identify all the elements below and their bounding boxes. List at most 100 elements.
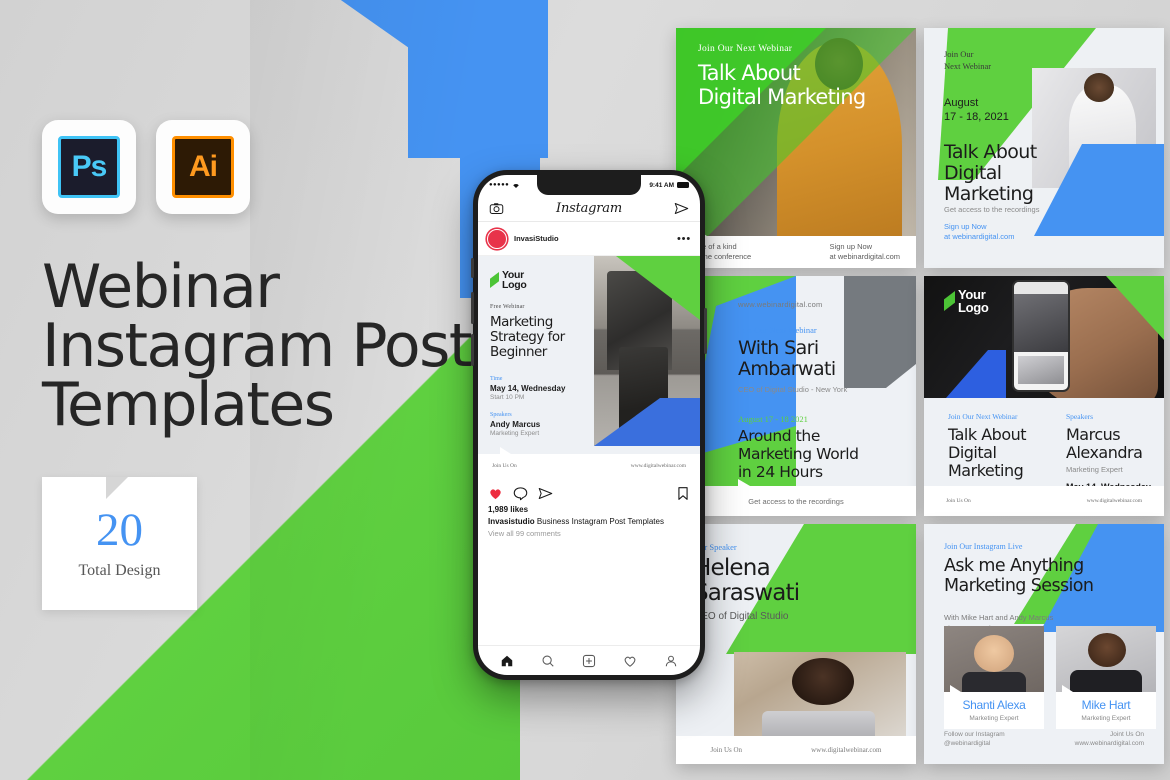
card6-text: Join Our Instagram Live Ask me Anything … <box>944 542 1094 634</box>
post-footer-left: Join Us On <box>492 463 517 469</box>
card4-speaker-role: Marketing Expert <box>1066 465 1123 474</box>
bookmark-icon[interactable] <box>676 486 690 501</box>
post-content: Your Logo Free Webinar Marketing Strateg… <box>478 256 596 478</box>
home-icon[interactable] <box>500 654 514 668</box>
card5-footer: Join Us On www.digitalwebinar.com <box>676 736 916 764</box>
status-bar-right: 9:41 AM <box>649 182 689 189</box>
card3-headline-line-2: Marketing World <box>738 445 859 463</box>
card3-text: www.webinardigital.com Join Our Next Web… <box>738 300 904 496</box>
profile-icon[interactable] <box>664 654 678 668</box>
post-comments-link[interactable]: View all 99 comments <box>488 529 690 538</box>
card5-footer-left: Join Us On <box>710 746 743 754</box>
card3-name-line-2: Ambarwati <box>738 358 836 380</box>
card6-footer-left[interactable]: Follow our Instagram @webinardigital <box>944 730 1005 748</box>
total-design-label: Total Design <box>78 562 161 579</box>
post-caption-text: Business Instagram Post Templates <box>536 517 664 526</box>
card2-kicker-line-1: Join Our <box>944 49 974 59</box>
post-kicker: Free Webinar <box>490 304 525 310</box>
card5-photo <box>734 652 906 744</box>
card3-headline-line-3: in 24 Hours <box>738 463 823 481</box>
card4-photo: Your Logo <box>924 276 1164 398</box>
card2-kicker: Join Our Next Webinar <box>944 48 1074 72</box>
post-footer: Join Us On www.digitalwebinar.com <box>478 447 700 478</box>
card6-speaker-name: Shanti Alexa <box>962 698 1026 712</box>
phone-screen: ●●●●● 9:41 AM Instagram InvasiStudio •••… <box>478 175 700 675</box>
template-card-3[interactable]: www.webinardigital.com Join Our Next Web… <box>676 276 916 516</box>
card6-footer-left-line-2: @webinardigital <box>944 740 991 747</box>
comment-icon[interactable] <box>513 486 528 501</box>
card5-speaker-role: CEO of Digital Studio <box>694 611 789 622</box>
card2-date-line-2: 17 - 18, 2021 <box>944 111 1009 123</box>
camera-icon[interactable] <box>489 201 504 216</box>
phone-volume-up-button[interactable] <box>471 292 474 324</box>
total-design-badge: 20 Total Design <box>42 477 197 610</box>
template-card-1[interactable]: Join Our Next Webinar Talk About Digital… <box>676 28 916 268</box>
card6-footer-right-line-1: Joint Us On <box>1110 731 1144 738</box>
card3-url[interactable]: www.webinardigital.com <box>738 300 904 309</box>
card6-footer-right[interactable]: Joint Us On www.webinardigital.com <box>1075 730 1144 748</box>
illustrator-icon: Ai <box>156 120 250 214</box>
card2-kicker-line-2: Next Webinar <box>944 61 992 71</box>
post-more-button[interactable]: ••• <box>677 233 691 244</box>
illustrator-icon-label: Ai <box>172 136 234 198</box>
card1-headline-line-2: Digital Marketing <box>698 85 866 109</box>
template-card-2[interactable]: Join Our Next Webinar August 17 - 18, 20… <box>924 28 1164 268</box>
send-icon[interactable] <box>538 486 553 501</box>
card4-footer: Join Us On www.digitalwebinar.com <box>924 486 1164 516</box>
post-speaker-block: Speakers Andy Marcus Marketing Expert <box>490 412 586 437</box>
add-icon[interactable] <box>582 654 596 668</box>
card5-name-line-2: Saraswati <box>694 580 800 606</box>
avatar[interactable] <box>487 228 507 249</box>
card1-footer-right-line-1: Sign up Now <box>829 242 873 251</box>
send-icon[interactable] <box>674 201 689 216</box>
card4-headline-line-3: Marketing <box>948 461 1024 480</box>
card6-sub-line-1: With Mike Hart and Andy Marcus <box>944 613 1054 622</box>
card6-speaker-card[interactable]: Shanti Alexa Marketing Expert <box>944 626 1044 729</box>
heart-icon[interactable] <box>623 654 637 668</box>
photoshop-icon-label: Ps <box>58 136 120 198</box>
card6-kicker: Join Our Instagram Live <box>944 542 1023 551</box>
post-speaker-label: Speakers <box>490 412 512 418</box>
post-caption-author[interactable]: Invasistudio <box>488 517 535 526</box>
card5-text: Our Speaker Helena Saraswati CEO of Digi… <box>694 542 854 622</box>
poster-canvas: Ps Ai Webinar Instagram Post Templates 2… <box>0 0 1170 780</box>
phone-volume-down-button[interactable] <box>471 334 474 366</box>
card6-speaker-name: Mike Hart <box>1081 698 1131 712</box>
card6-headline-line-2: Marketing Session <box>944 576 1094 596</box>
card5-footer-right: www.digitalwebinar.com <box>811 746 882 754</box>
brand-logo-line-2: Logo <box>502 279 527 291</box>
logo-mark-icon <box>490 272 499 288</box>
card2-signup-link[interactable]: Sign up Now at webinardigital.com <box>944 222 1014 242</box>
template-card-6[interactable]: Join Our Instagram Live Ask me Anything … <box>924 524 1164 764</box>
search-icon[interactable] <box>541 654 555 668</box>
post-author-name[interactable]: InvasiStudio <box>514 234 559 243</box>
page-title-line-1: Webinar <box>42 252 280 322</box>
page-title-line-3: Templates <box>42 370 335 440</box>
template-card-4[interactable]: Your Logo Join Our Next Webinar Talk Abo… <box>924 276 1164 516</box>
phone-power-button[interactable] <box>704 308 707 354</box>
template-card-5[interactable]: Our Speaker Helena Saraswati CEO of Digi… <box>676 524 916 764</box>
logo-mark-icon <box>944 291 955 311</box>
page-title-line-2: Instagram Post <box>42 311 472 381</box>
card3-date: August 17 - 18 2021 <box>738 414 808 424</box>
card4-mini-phone-mid <box>1014 294 1068 352</box>
card4-logo-line-2: Logo <box>958 300 989 315</box>
wifi-icon <box>513 183 519 188</box>
phone-mute-switch[interactable] <box>471 258 474 278</box>
battery-icon <box>677 182 689 188</box>
card1-headline: Talk About Digital Marketing <box>698 61 888 109</box>
card3-kicker: Join Our Next Webinar <box>738 325 817 335</box>
card4-logo-text: Your Logo <box>958 288 989 314</box>
card4-brand-logo: Your Logo <box>944 288 989 314</box>
card2-headline-line-3: Marketing <box>944 183 1034 205</box>
card6-speaker-card[interactable]: Mike Hart Marketing Expert <box>1056 626 1156 729</box>
card4-kicker: Join Our Next Webinar <box>948 412 1018 421</box>
bottom-nav <box>478 645 700 675</box>
card1-footer-right-line-2: at webinardigital.com <box>829 252 900 261</box>
card4-headline-line-2: Digital <box>948 443 997 462</box>
app-icon-row: Ps Ai <box>42 120 482 214</box>
card2-headline-line-2: Digital <box>944 162 1002 184</box>
heart-icon[interactable] <box>488 486 503 501</box>
post-time-block: Time May 14, Wednesday Start 10 PM <box>490 376 586 401</box>
page-title: Webinar Instagram Post Templates <box>42 252 482 440</box>
